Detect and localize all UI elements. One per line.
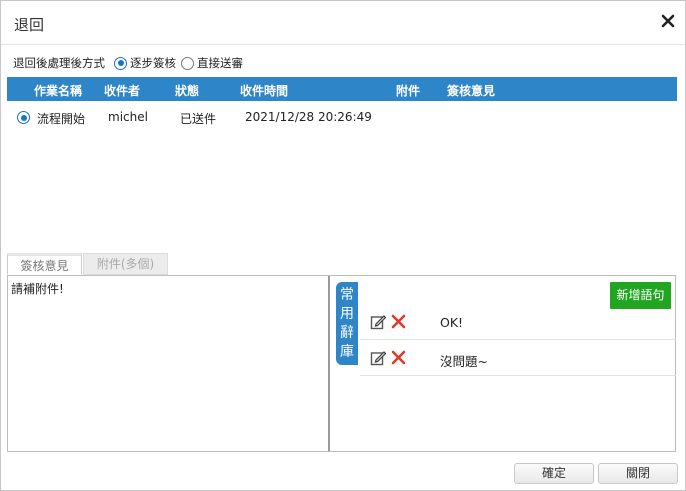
row-recipient: michel [108,110,148,124]
delete-icon[interactable] [391,314,406,329]
confirm-button[interactable]: 確定 [514,463,594,484]
grid-header: 作業名稱 收件者 狀態 收件時間 附件 簽核意見 [7,77,677,101]
tab-approval-opinion[interactable]: 簽核意見 [7,253,82,275]
dialog-title: 退回 [14,16,45,34]
col-status: 狀態 [175,84,200,98]
return-method-row: 退回後處理後方式 逐步簽核 直接送審 [13,55,243,71]
tab-attachments[interactable]: 附件(多個) [83,253,168,275]
phrase-row[interactable]: OK! [360,304,676,340]
radio-direct-submit[interactable] [181,56,194,70]
close-button[interactable]: 關閉 [598,463,678,484]
opinion-panel: 請補附件! 常用辭庫 新增語句 OK! 沒問題~ [7,275,676,452]
col-attachment: 附件 [396,84,421,98]
radio-step-approval[interactable] [114,56,127,70]
close-icon[interactable] [661,14,675,28]
row-status: 已送件 [180,112,217,126]
return-dialog: 退回 退回後處理後方式 逐步簽核 直接送審 作業名稱 收件者 狀態 收件時間 附… [0,0,686,491]
phrase-text: 沒問題~ [440,354,488,369]
col-task-name: 作業名稱 [34,84,83,98]
option-direct-submit[interactable]: 直接送審 [181,55,243,71]
common-phrases-tab[interactable]: 常用辭庫 [336,282,358,365]
option-step-approval[interactable]: 逐步簽核 [114,55,176,71]
phrase-row[interactable]: 沒問題~ [360,340,676,376]
col-received-time: 收件時間 [240,84,289,98]
col-opinion: 簽核意見 [447,84,496,98]
col-recipient: 收件者 [104,84,141,98]
opinion-textarea[interactable]: 請補附件! [8,276,330,451]
option-direct-submit-label: 直接送審 [197,56,243,70]
title-bar: 退回 [1,1,685,45]
row-select-radio[interactable] [17,111,30,124]
row-task: 流程開始 [37,112,86,126]
row-received-time: 2021/12/28 20:26:49 [245,110,372,124]
common-phrases-label: 常用辭庫 [340,287,354,360]
table-row[interactable]: 流程開始 michel 已送件 2021/12/28 20:26:49 [7,105,677,131]
edit-icon[interactable] [370,350,386,366]
delete-icon[interactable] [391,350,406,365]
option-step-approval-label: 逐步簽核 [130,56,176,70]
phrase-text: OK! [440,315,464,330]
return-method-label: 退回後處理後方式 [13,56,105,70]
edit-icon[interactable] [370,314,386,330]
